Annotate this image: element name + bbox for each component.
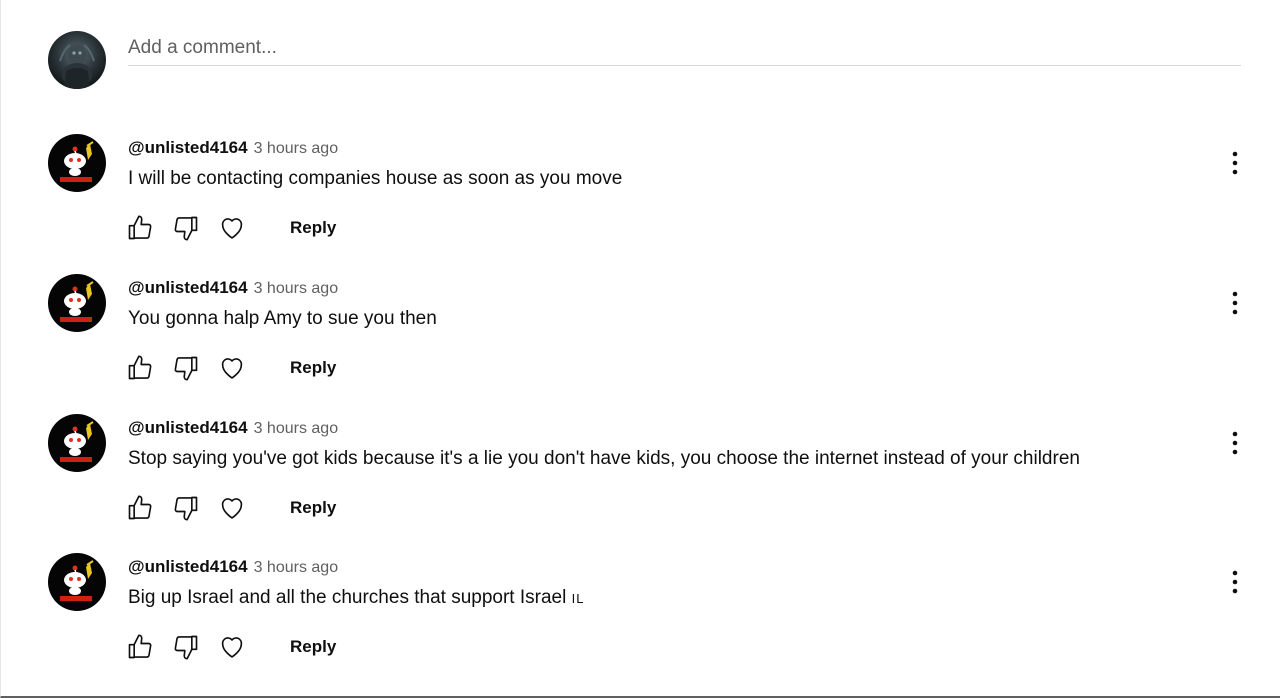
comment-header: @unlisted4164 3 hours ago: [128, 416, 338, 440]
comment-author[interactable]: @unlisted4164: [128, 278, 248, 297]
comment-timestamp[interactable]: 3 hours ago: [254, 420, 339, 437]
like-button[interactable]: [124, 492, 156, 524]
dislike-button[interactable]: [170, 352, 202, 384]
dislike-button[interactable]: [170, 631, 202, 663]
thumbs-up-icon: [128, 215, 152, 240]
like-button[interactable]: [124, 352, 156, 384]
comment-text: I will be contacting companies house as …: [128, 166, 622, 193]
comment-actions: Reply: [124, 631, 336, 663]
comment-item: @unlisted4164 3 hours ago Stop saying you…: [48, 414, 1248, 539]
thumbs-down-icon: [174, 496, 198, 521]
comment-header: @unlisted4164 3 hours ago: [128, 555, 338, 579]
commenter-avatar[interactable]: [48, 414, 106, 472]
thumbs-up-icon: [128, 355, 152, 380]
reply-button[interactable]: Reply: [290, 358, 336, 378]
reddit-alien-icon: [60, 281, 94, 322]
user-avatar-icon: [59, 44, 95, 89]
comment-menu-button[interactable]: [1220, 428, 1250, 458]
commenter-avatar[interactable]: [48, 553, 106, 611]
comment-header: @unlisted4164 3 hours ago: [128, 276, 338, 300]
comment-author[interactable]: @unlisted4164: [128, 138, 248, 157]
comment-text-suffix: IL: [571, 591, 585, 606]
comment-timestamp[interactable]: 3 hours ago: [254, 280, 339, 297]
comments-section: @unlisted4164 3 hours ago I will be conta…: [0, 0, 1280, 698]
comment-text-body: Stop saying you've got kids because it's…: [128, 448, 1080, 469]
comment-menu-button[interactable]: [1220, 148, 1250, 178]
thumbs-down-icon: [174, 635, 198, 660]
dislike-button[interactable]: [170, 212, 202, 244]
reddit-alien-icon: [60, 141, 94, 182]
comment-actions: Reply: [124, 352, 336, 384]
like-button[interactable]: [124, 212, 156, 244]
comment-item: @unlisted4164 3 hours ago I will be conta…: [48, 134, 1248, 259]
heart-button[interactable]: [216, 492, 248, 524]
comment-item: @unlisted4164 3 hours ago You gonna halp …: [48, 274, 1248, 399]
more-vertical-icon: [1232, 570, 1238, 594]
comment-header: @unlisted4164 3 hours ago: [128, 136, 338, 160]
comment-actions: Reply: [124, 492, 336, 524]
thumbs-down-icon: [174, 356, 198, 381]
heart-icon: [221, 358, 243, 379]
comment-text-body: I will be contacting companies house as …: [128, 168, 623, 189]
more-vertical-icon: [1232, 151, 1238, 175]
heart-button[interactable]: [216, 212, 248, 244]
more-vertical-icon: [1232, 291, 1238, 315]
thumbs-down-icon: [174, 216, 198, 241]
reddit-alien-icon: [60, 421, 94, 462]
thumbs-up-icon: [128, 634, 152, 659]
comment-text-body: Big up Israel and all the churches that …: [128, 587, 567, 608]
heart-button[interactable]: [216, 631, 248, 663]
dislike-button[interactable]: [170, 492, 202, 524]
reply-button[interactable]: Reply: [290, 218, 336, 238]
thumbs-up-icon: [128, 495, 152, 520]
commenter-avatar[interactable]: [48, 134, 106, 192]
add-comment-input[interactable]: [128, 31, 1241, 66]
heart-icon: [221, 498, 243, 519]
comment-actions: Reply: [124, 212, 336, 244]
comment-text: You gonna halp Amy to sue you then: [128, 306, 437, 333]
comment-timestamp[interactable]: 3 hours ago: [254, 140, 339, 157]
comment-menu-button[interactable]: [1220, 567, 1250, 597]
reddit-alien-icon: [60, 560, 94, 601]
reply-button[interactable]: Reply: [290, 498, 336, 518]
comment-menu-button[interactable]: [1220, 288, 1250, 318]
comment-author[interactable]: @unlisted4164: [128, 557, 248, 576]
comment-text-body: You gonna halp Amy to sue you then: [128, 308, 437, 329]
heart-icon: [221, 218, 243, 239]
commenter-avatar[interactable]: [48, 274, 106, 332]
user-avatar[interactable]: [48, 31, 106, 89]
comment-author[interactable]: @unlisted4164: [128, 418, 248, 437]
reply-button[interactable]: Reply: [290, 637, 336, 657]
heart-button[interactable]: [216, 352, 248, 384]
like-button[interactable]: [124, 631, 156, 663]
comment-item: @unlisted4164 3 hours ago Big up Israel a…: [48, 553, 1248, 678]
add-comment-row: [48, 31, 1241, 89]
heart-icon: [221, 637, 243, 658]
more-vertical-icon: [1232, 431, 1238, 455]
comment-timestamp[interactable]: 3 hours ago: [254, 559, 339, 576]
comment-text: Stop saying you've got kids because it's…: [128, 446, 1080, 473]
comment-text: Big up Israel and all the churches that …: [128, 585, 584, 612]
